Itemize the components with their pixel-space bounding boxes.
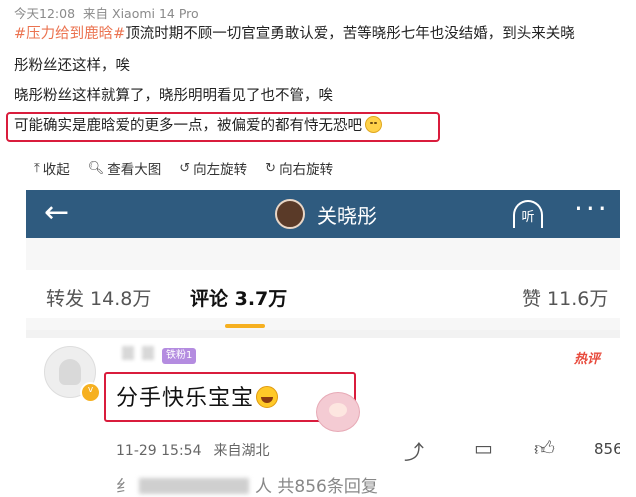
rotate-right-icon: ↻ — [265, 160, 277, 176]
more-dots-icon: ··· — [574, 192, 610, 225]
image-toolbar: ⤒ 收起 🔍︎ 查看大图 ↺ 向左旋转 ↻ 向右旋转 — [34, 158, 334, 179]
post-line-1: #压力给到鹿晗#顶流时期不顾一切官宣勇敢认爱，苦等晓彤七年也没结婚，到头来关晓 — [14, 23, 575, 45]
collapse-label: 收起 — [42, 162, 70, 178]
like-thumb-icon: 👍︎ — [534, 436, 555, 460]
magnifier-icon: 🔍︎ — [87, 160, 105, 176]
blurred-name — [122, 346, 134, 360]
back-arrow-icon: ← — [44, 195, 70, 230]
reply-summary: 纟 人 共856条回复 — [116, 472, 378, 497]
tab-repost: 转发 14.8万 — [46, 288, 152, 310]
post-line-3: 晓彤粉丝这样就算了，晓彤明明看见了也不管，唉 — [14, 88, 333, 104]
comment-time: 11-29 15:54 — [116, 443, 202, 459]
post-time: 今天12:08 — [14, 6, 76, 21]
hot-comment-badge: 热评 — [574, 352, 601, 367]
blurred-replier — [139, 478, 249, 494]
reply-total: 共856条回复 — [277, 477, 378, 497]
post-meta: 今天12:08 来自 Xiaomi 14 Pro — [14, 3, 199, 22]
comment-text-line: 分手快乐宝宝 — [116, 380, 279, 412]
weibo-tabs: 转发 14.8万 评论 3.7万 赞 11.6万 — [26, 270, 620, 318]
embedded-screenshot[interactable]: ← 关晓彤 听 ··· 转发 14.8万 评论 3.7万 赞 11.6万 v 铁… — [26, 190, 620, 497]
rotate-left-button[interactable]: ↺ 向左旋转 — [179, 158, 248, 179]
fan-badge: 铁粉1 — [162, 348, 197, 364]
profile-header: ← 关晓彤 听 ··· — [26, 190, 620, 238]
rotate-right-label: 向右旋转 — [279, 162, 334, 178]
comment-meta: 11-29 15:54 来自湖北 — [116, 440, 269, 460]
view-large-label: 查看大图 — [107, 162, 162, 178]
profile-avatar — [275, 199, 305, 229]
face-emoji-icon — [365, 116, 382, 133]
rotate-left-icon: ↺ — [179, 160, 191, 176]
rotate-left-label: 向左旋转 — [193, 162, 248, 178]
reply-prefix: 纟 — [116, 477, 133, 497]
sticker-image — [316, 392, 360, 432]
verified-badge-icon: v — [80, 382, 101, 403]
listen-label: 听 — [521, 209, 535, 225]
post-text-4: 可能确实是鹿晗爱的更多一点，被偏爱的都有恃无恐吧 — [14, 118, 362, 134]
headphones-icon: 听 — [513, 200, 543, 228]
comment-item: v 铁粉1 热评 分手快乐宝宝 11-29 15:54 来自湖北 ⤴ ▭ 👍︎ 8… — [26, 338, 620, 497]
post-text-1: 顶流时期不顾一切官宣勇敢认爱，苦等晓彤七年也没结婚，到头来关晓 — [125, 26, 575, 42]
collapse-button[interactable]: ⤒ 收起 — [34, 158, 70, 179]
rotate-right-button[interactable]: ↻ 向右旋转 — [265, 158, 334, 179]
tab-likes: 赞 11.6万 — [522, 288, 609, 310]
post-line-2: 彤粉丝还这样，唉 — [14, 58, 130, 74]
comment-text: 分手快乐宝宝 — [116, 386, 255, 411]
like-count: 8568 — [594, 440, 620, 458]
comment-location: 来自湖北 — [213, 443, 270, 459]
blurred-name — [142, 346, 154, 360]
post-source: 来自 Xiaomi 14 Pro — [83, 6, 199, 21]
share-icon: ⤴ — [404, 440, 424, 464]
profile-name: 关晓彤 — [317, 204, 377, 228]
tab-comments: 评论 3.7万 — [190, 288, 288, 310]
view-large-button[interactable]: 🔍︎ 查看大图 — [87, 158, 162, 179]
post-line-4: 可能确实是鹿晗爱的更多一点，被偏爱的都有恃无恐吧 — [14, 115, 382, 137]
active-tab-underline — [225, 324, 265, 328]
section-divider — [26, 330, 620, 338]
comment-icon: ▭ — [474, 436, 493, 460]
reply-mid: 人 — [255, 477, 272, 497]
laughing-emoji-icon — [256, 386, 279, 408]
hashtag-link[interactable]: #压力给到鹿晗# — [14, 26, 125, 42]
collapse-arrow-icon: ⤒ — [34, 160, 40, 176]
